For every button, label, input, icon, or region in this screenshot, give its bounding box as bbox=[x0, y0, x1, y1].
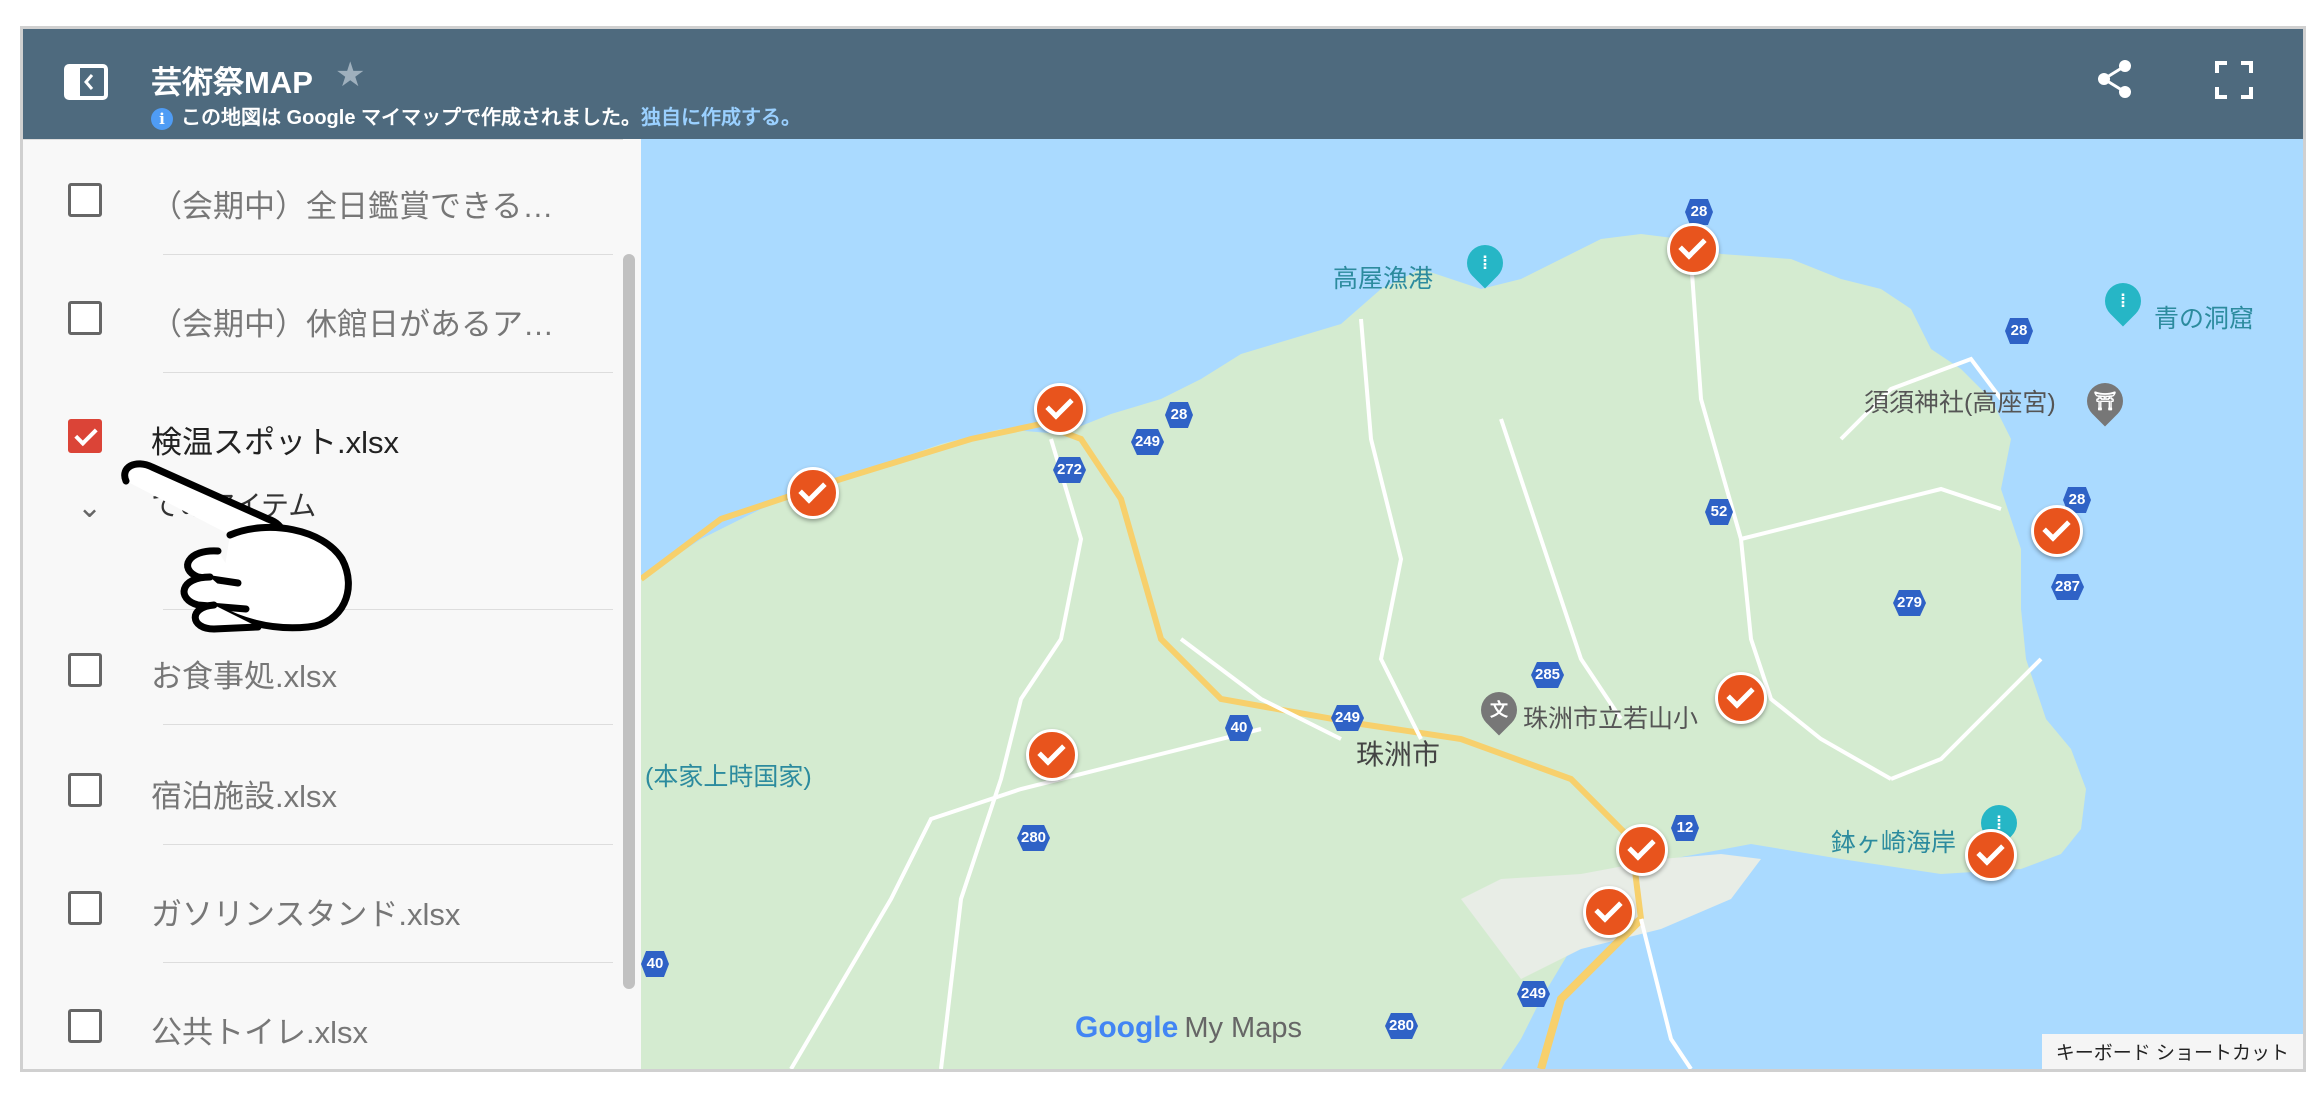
temperature-spot-marker[interactable] bbox=[2031, 505, 2083, 557]
layer-label: 公共トイレ.xlsx bbox=[151, 1015, 368, 1050]
all-items-label: てのアイテム bbox=[151, 490, 317, 521]
temperature-spot-marker[interactable] bbox=[1715, 672, 1767, 724]
mymaps-logo-text: My Maps bbox=[1184, 1012, 1302, 1044]
layer-label: 検温スポット.xlsx bbox=[151, 425, 399, 460]
layer-checkbox[interactable] bbox=[68, 1009, 102, 1043]
school-pin-icon[interactable]: 文 bbox=[1473, 684, 1525, 736]
poi-pin-icon[interactable]: ⁞ bbox=[2097, 275, 2149, 327]
chevron-down-icon[interactable]: ⌄ bbox=[77, 490, 102, 525]
city-label: 珠洲市 bbox=[1356, 739, 1441, 770]
map-title: 芸術祭MAP bbox=[151, 65, 313, 100]
temperature-spot-marker[interactable] bbox=[1034, 383, 1086, 435]
layer-label: （会期中）休館日があるア… bbox=[151, 307, 554, 342]
layer-label: 宿泊施設.xlsx bbox=[151, 779, 337, 814]
layer-checkbox[interactable] bbox=[68, 891, 102, 925]
map-canvas[interactable]: 高屋漁港 ⁞ 青の洞窟 ⁞ 須須神社(高座宮) ⛩ 珠洲市立若山小 文 珠洲市 … bbox=[641, 139, 2303, 1069]
poi-pin-icon[interactable]: ⁞ bbox=[1459, 237, 1511, 289]
divider bbox=[163, 254, 613, 255]
route-shield: 12 bbox=[1671, 815, 1699, 841]
route-shield: 280 bbox=[1385, 1013, 1419, 1039]
layer-row[interactable]: （会期中）全日鑑賞できる… bbox=[23, 139, 623, 255]
route-shield: 40 bbox=[641, 951, 669, 977]
route-shield: 249 bbox=[1517, 981, 1551, 1007]
route-shield: 249 bbox=[1131, 429, 1165, 455]
place-label[interactable]: 高屋漁港 bbox=[1333, 259, 1433, 295]
route-shield: 28 bbox=[2005, 318, 2033, 344]
place-label[interactable]: (本家上時国家) bbox=[645, 757, 812, 793]
layer-row[interactable]: 宿泊施設.xlsx bbox=[23, 729, 623, 845]
route-shield: 28 bbox=[1165, 402, 1193, 428]
google-logo-text: Google bbox=[1075, 1011, 1179, 1044]
place-label[interactable]: 青の洞窟 bbox=[2154, 299, 2254, 335]
notice-text: この地図は Google マイマップで作成されました。 bbox=[181, 107, 641, 129]
temperature-spot-marker[interactable] bbox=[787, 467, 839, 519]
layer-row[interactable]: 公共トイレ.xlsx bbox=[23, 965, 623, 1069]
layer-checkbox[interactable] bbox=[68, 653, 102, 687]
layer-row[interactable]: （会期中）休館日があるア… bbox=[23, 257, 623, 373]
share-icon[interactable] bbox=[2093, 57, 2137, 101]
layer-sidebar: （会期中）全日鑑賞できる… （会期中）休館日があるア… 検温スポット.xlsx … bbox=[23, 139, 641, 1069]
route-shield: 285 bbox=[1531, 662, 1565, 688]
temperature-spot-marker[interactable] bbox=[1026, 729, 1078, 781]
route-shield: 52 bbox=[1705, 499, 1733, 525]
divider bbox=[163, 962, 613, 963]
map-header: 芸術祭MAP ★ i この地図は Google マイマップで作成されました。独自に… bbox=[23, 29, 2303, 139]
divider bbox=[163, 724, 613, 725]
collapse-sidebar-icon[interactable] bbox=[61, 57, 111, 107]
layer-checkbox-checked[interactable] bbox=[68, 419, 102, 453]
shrine-pin-icon[interactable]: ⛩ bbox=[2079, 375, 2131, 427]
sidebar-scrollbar[interactable] bbox=[623, 254, 635, 989]
temperature-spot-marker[interactable] bbox=[1616, 824, 1668, 876]
route-shield: 280 bbox=[1017, 825, 1051, 851]
create-own-link[interactable]: 独自に作成する。 bbox=[641, 107, 801, 129]
layer-row[interactable]: 検温スポット.xlsx bbox=[23, 375, 623, 485]
route-shield: 40 bbox=[1225, 715, 1253, 741]
keyboard-shortcut-link[interactable]: キーボード ショートカット bbox=[2041, 1034, 2303, 1069]
all-items-row[interactable]: ⌄ てのアイテム bbox=[23, 484, 623, 574]
route-shield: 287 bbox=[2051, 574, 2085, 600]
star-icon[interactable]: ★ bbox=[335, 55, 365, 95]
layer-label: お食事処.xlsx bbox=[151, 659, 337, 694]
layer-checkbox[interactable] bbox=[68, 183, 102, 217]
route-shield: 279 bbox=[1893, 590, 1927, 616]
route-shield: 28 bbox=[1685, 199, 1713, 225]
layer-label: （会期中）全日鑑賞できる… bbox=[151, 189, 554, 224]
place-label[interactable]: 珠洲市立若山小 bbox=[1523, 699, 1698, 735]
map-notice: i この地図は Google マイマップで作成されました。独自に作成する。 bbox=[151, 101, 801, 130]
layer-checkbox[interactable] bbox=[68, 301, 102, 335]
divider bbox=[163, 844, 613, 845]
divider bbox=[163, 372, 613, 373]
layer-row[interactable]: お食事処.xlsx bbox=[23, 609, 623, 725]
place-label[interactable]: 須須神社(高座宮) bbox=[1864, 383, 2056, 419]
map-frame: 芸術祭MAP ★ i この地図は Google マイマップで作成されました。独自に… bbox=[20, 26, 2306, 1072]
layer-label: ガソリンスタンド.xlsx bbox=[151, 897, 461, 932]
layer-row[interactable]: ガソリンスタンド.xlsx bbox=[23, 847, 623, 963]
temperature-spot-marker[interactable] bbox=[1965, 829, 2017, 881]
info-icon: i bbox=[151, 108, 173, 130]
route-shield: 249 bbox=[1331, 705, 1365, 731]
temperature-spot-marker[interactable] bbox=[1667, 223, 1719, 275]
temperature-spot-marker[interactable] bbox=[1583, 886, 1635, 938]
place-label[interactable]: 鉢ヶ崎海岸 bbox=[1831, 823, 1956, 859]
fullscreen-icon[interactable] bbox=[2213, 59, 2255, 101]
layer-checkbox[interactable] bbox=[68, 773, 102, 807]
route-shield: 272 bbox=[1053, 457, 1087, 483]
google-mymaps-logo: Google My Maps bbox=[1075, 1011, 1302, 1045]
